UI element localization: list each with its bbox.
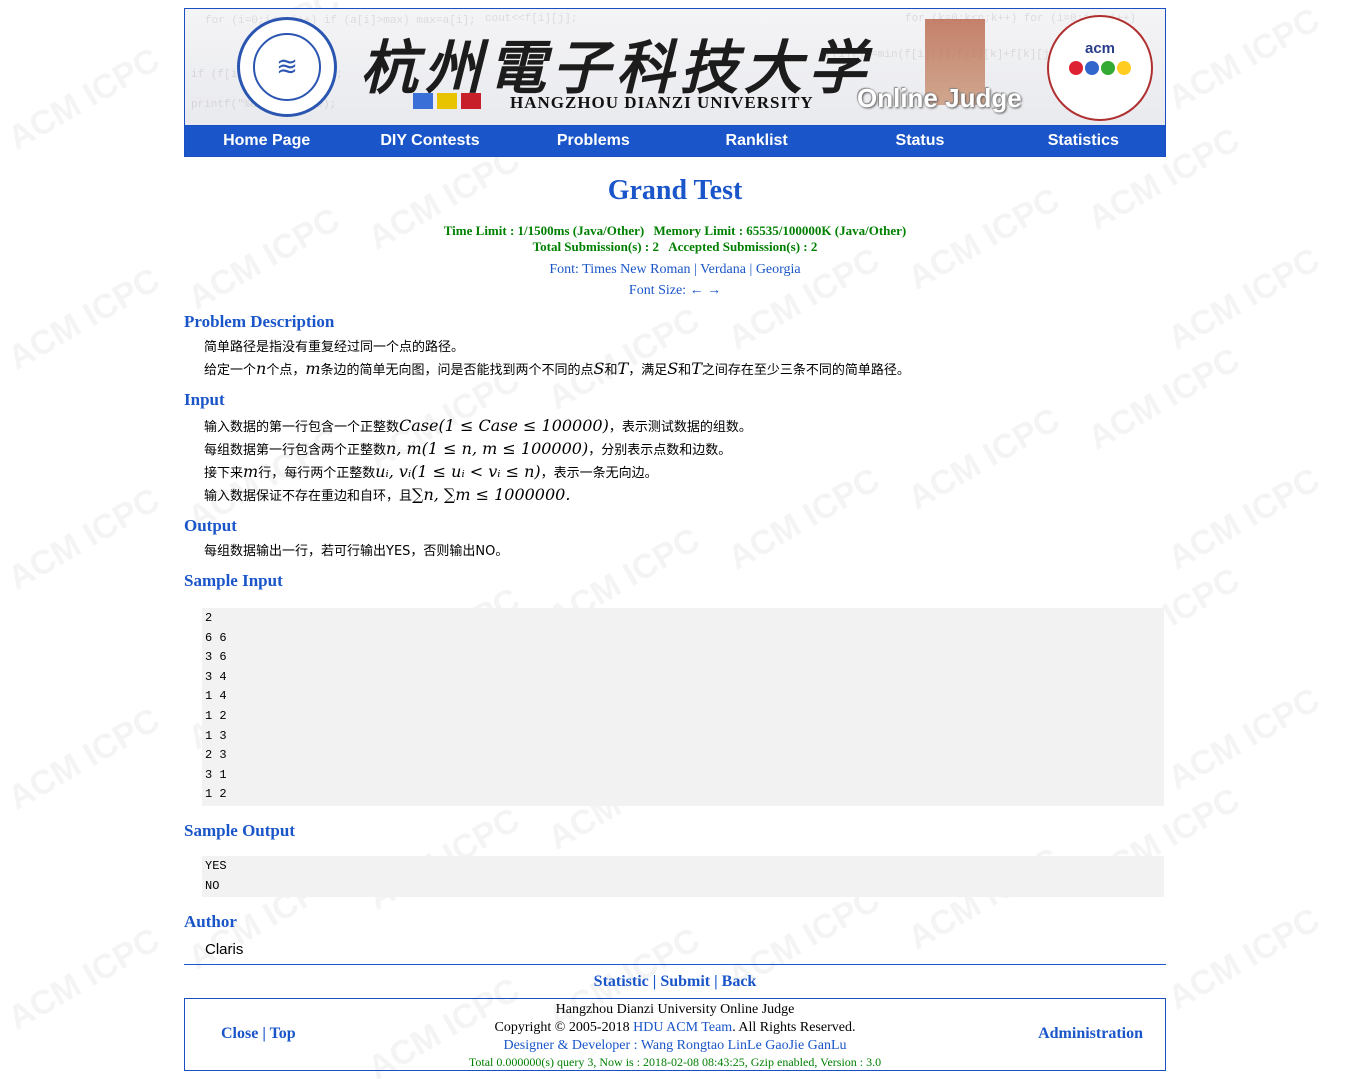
watermark-text: ACM ICPC [1162,901,1327,1019]
sample-input-line: 3 6 [205,650,227,665]
nav-statistics[interactable]: Statistics [1002,126,1165,156]
input-line-1: 输入数据的第一行包含一个正整数Case(1 ≤ Case ≤ 100000)，表… [204,416,752,435]
nav-status[interactable]: Status [838,126,1001,156]
author-name: Claris [205,941,244,959]
problem-title: Grand Test [607,175,743,206]
header-banner: for (i=0;i<n;i++) if (a[i]>max) max=a[i]… [184,8,1166,125]
watermark-text: ACM ICPC [1162,461,1327,579]
flag-icon [413,93,433,109]
input-heading: Input [184,390,225,409]
page-container: for (i=0;i<n;i++) if (a[i]>max) max=a[i]… [184,8,1166,991]
university-english-name: HANGZHOU DIANZI UNIVERSITY [510,93,814,112]
team-link[interactable]: HDU ACM Team [633,1020,732,1035]
author-heading: Author [184,912,237,932]
badge-icons [413,93,481,109]
input-body: 输入数据的第一行包含一个正整数Case(1 ≤ Case ≤ 100000)，表… [184,415,1166,507]
nav-problems[interactable]: Problems [512,126,675,156]
font-selector: Font: Times New Roman | Verdana | Georgi… [549,262,801,298]
watermark-text: ACM ICPC [2,41,167,159]
sample-input-line: 3 4 [205,669,227,684]
wave-icon: ≋ [253,33,321,101]
watermark-text: ACM ICPC [2,481,167,599]
sample-input-line: 6 6 [205,630,227,645]
acm-icpc-logo: acm [1047,15,1153,121]
trophy-icon [437,93,457,109]
output-heading: Output [184,516,237,535]
font-size-label: Font Size: [628,283,687,298]
watermark-text: ACM ICPC [1162,1,1327,119]
input-line-4: 输入数据保证不存在重边和自环，且∑n, ∑m ≤ 1000000. [204,485,571,504]
output-body: 每组数据输出一行，若可行输出YES，否则输出NO。 [204,544,509,559]
sample-output-line: NO [205,878,220,893]
sample-input-line: 1 4 [205,689,227,704]
input-line-3: 接下来m行，每行两个正整数uᵢ, vᵢ(1 ≤ uᵢ < vᵢ ≤ n)，表示一… [204,462,658,481]
sample-input-line: 3 1 [205,767,227,782]
sample-output-heading: Sample Output [184,820,295,840]
accepted-submissions: Accepted Submission(s) : 2 [668,239,818,254]
font-times-link[interactable]: Times New Roman [582,262,690,277]
divider [184,964,1166,966]
nav-home-page[interactable]: Home Page [185,126,348,156]
back-link[interactable]: Back [722,973,757,990]
font-verdana-link[interactable]: Verdana [700,262,746,277]
description-heading: Problem Description [184,312,335,331]
footer-site-name: Hangzhou Dianzi University Online Judge [555,1002,795,1017]
sample-input-block[interactable]: 2 6 6 3 6 3 4 1 4 1 2 1 3 2 3 3 1 1 2 [202,608,1164,806]
sample-input-line: 1 2 [205,787,227,802]
sample-input-heading: Sample Input [184,571,283,590]
input-line-2: 每组数据第一行包含两个正整数n, m(1 ≤ n, m ≤ 100000)，分别… [204,439,732,458]
memory-limit: Memory Limit : 65535/100000K (Java/Other… [653,223,907,238]
nav-diy-contests[interactable]: DIY Contests [348,126,511,156]
sample-input-line: 2 [205,611,213,625]
main-nav: Home Page DIY Contests Problems Ranklist… [184,125,1166,157]
sample-input-line: 1 3 [205,728,227,743]
description-line-2: 给定一个n个点，m条边的简单无向图，问是否能找到两个不同的点S和T，满足S和T之… [204,359,910,378]
footer-designers: Designer & Developer : Wang Rongtao LinL… [503,1038,847,1053]
sample-input-line: 1 2 [205,708,227,723]
university-seal-logo: ≋ [237,17,337,117]
watermark-text: ACM ICPC [1162,681,1327,799]
font-size-arrows[interactable]: ← → [690,283,722,298]
footer-copyright: Copyright © 2005-2018 HDU ACM Team. All … [494,1020,856,1035]
sample-input-line: 2 3 [205,748,227,763]
online-judge-title: Online Judge [857,83,1022,113]
font-georgia-link[interactable]: Georgia [756,262,801,277]
problem-action-links: Statistic | Submit | Back [593,973,757,991]
description-line-1: 简单路径是指没有重复经过同一个点的路径。 [204,340,465,355]
watermark-text: ACM ICPC [2,921,167,1039]
problem-limits: Time Limit : 1/1500ms (Java/Other) Memor… [184,223,1166,255]
sample-output-line: YES [205,858,227,873]
watermark-text: ACM ICPC [1162,241,1327,359]
footer-info: Hangzhou Dianzi University Online Judge … [185,1001,1165,1069]
watermark-text: ACM ICPC [2,701,167,819]
sample-output-block[interactable]: YES NO [202,855,1164,898]
statistic-link[interactable]: Statistic [594,973,649,990]
footer: Close | Top Hangzhou Dianzi University O… [184,998,1166,1071]
watermark-text: ACM ICPC [2,261,167,379]
submit-link[interactable]: Submit [660,973,710,990]
font-label: Font: [549,262,579,277]
acm-logo-text: acm [1084,39,1116,57]
apple-icon [461,93,481,109]
nav-ranklist[interactable]: Ranklist [675,126,838,156]
footer-stats: Total 0.000000(s) query 3, Now is : 2018… [468,1055,882,1069]
administration-link[interactable]: Administration [1038,1025,1143,1043]
balloons-icon [1069,60,1131,75]
time-limit: Time Limit : 1/1500ms (Java/Other) [443,223,645,238]
description-body: 简单路径是指没有重复经过同一个点的路径。 给定一个n个点，m条边的简单无向图，问… [184,337,1166,381]
total-submissions: Total Submission(s) : 2 [532,239,659,254]
